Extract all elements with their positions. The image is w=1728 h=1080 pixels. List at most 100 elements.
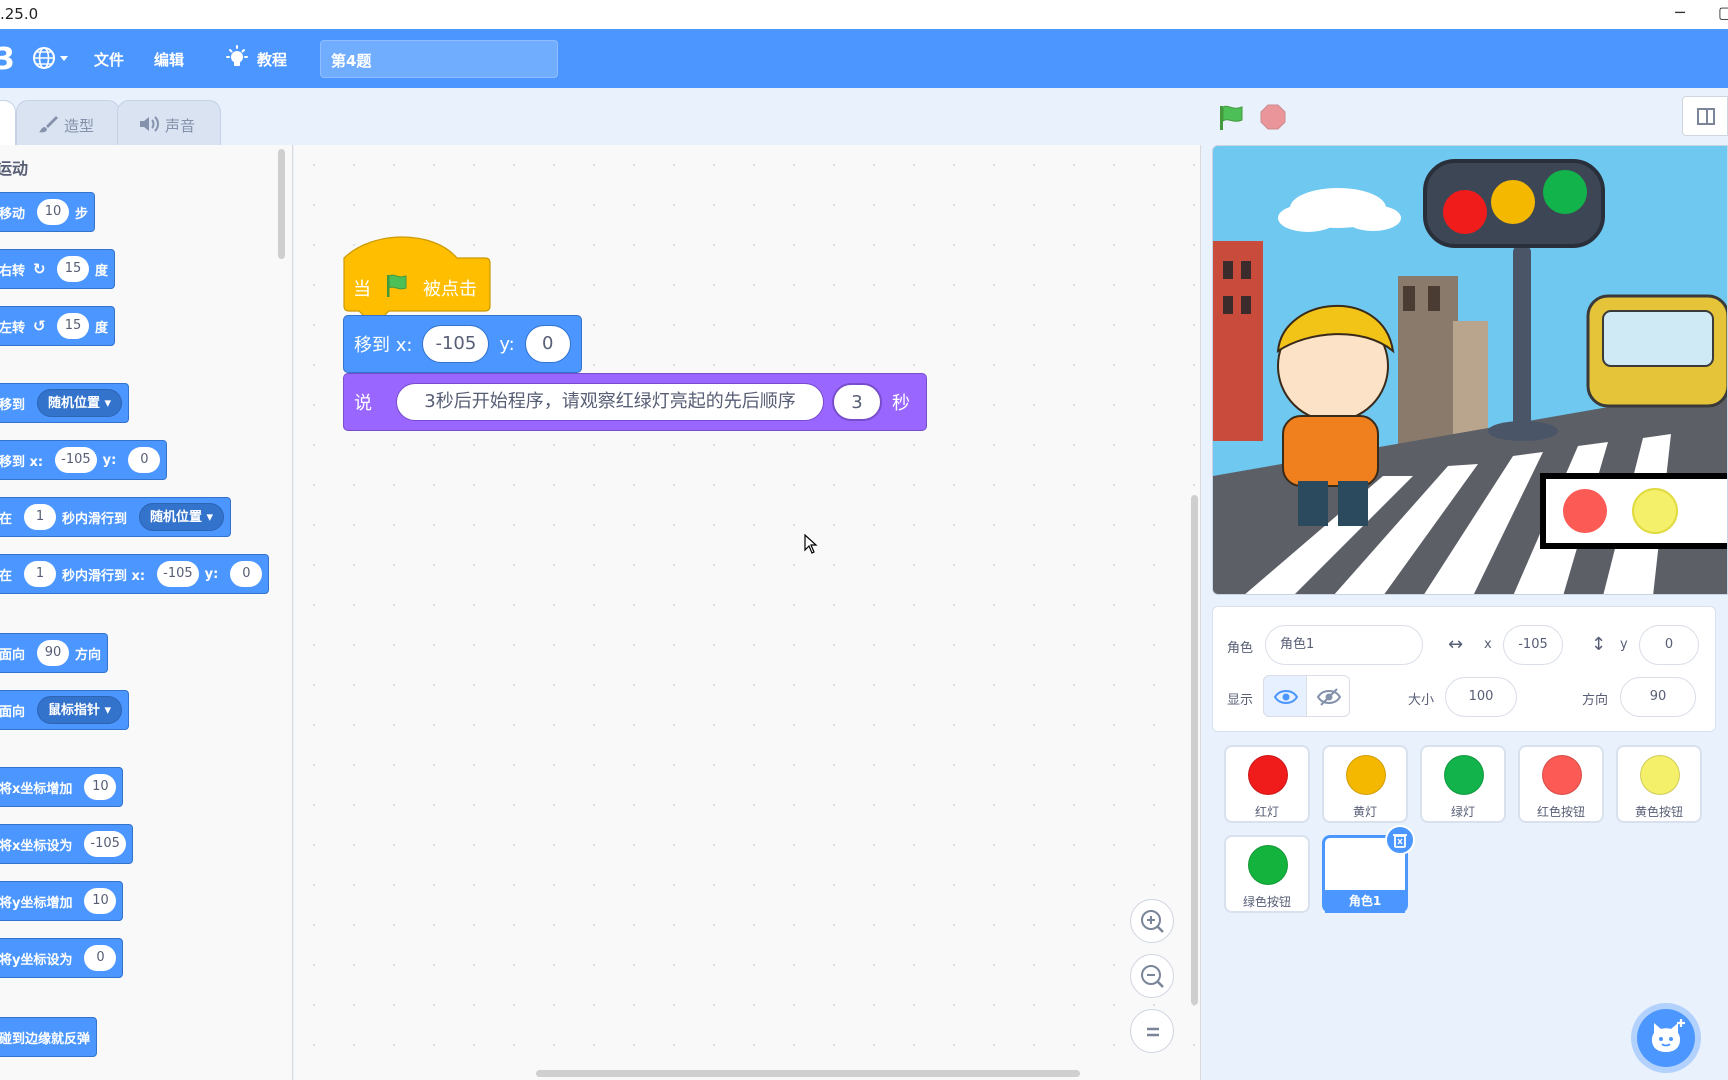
palette-block-change-x[interactable]: 将x坐标增加 10 — [0, 767, 124, 807]
project-title-input[interactable]: 第4题 — [320, 40, 558, 78]
block-label: y: — [204, 566, 219, 582]
tab-costumes[interactable]: 造型 — [16, 100, 120, 146]
sprite-tile[interactable]: 黄色按钮 — [1616, 745, 1702, 823]
rotate-left-icon: ↺ — [33, 317, 46, 335]
block-input[interactable]: 0 — [84, 945, 117, 971]
zoom-reset-button[interactable] — [1130, 1009, 1174, 1053]
palette-block-goto-xy[interactable]: 移到 x: -105 y: 0 — [0, 440, 168, 480]
palette-block-glide-xy[interactable]: 在 1 秒内滑行到 x: -105 y: 0 — [0, 554, 270, 594]
zoom-in-button[interactable] — [1130, 899, 1174, 943]
palette-block-change-y[interactable]: 将y坐标增加 10 — [0, 881, 124, 921]
add-sprite-button[interactable] — [1637, 1009, 1695, 1067]
block-dropdown[interactable]: 随机位置 ▾ — [37, 389, 123, 417]
palette-block-glide-menu[interactable]: 在 1 秒内滑行到 随机位置 ▾ — [0, 497, 232, 537]
say-message-input[interactable]: 3秒后开始程序，请观察红绿灯亮起的先后顺序 — [396, 383, 824, 421]
block-input[interactable]: -105 — [157, 561, 199, 587]
palette-block-set-y[interactable]: 将y坐标设为 0 — [0, 938, 124, 978]
green-flag-button[interactable] — [1217, 104, 1245, 132]
palette-scrollbar[interactable] — [278, 149, 285, 259]
direction-label: 方向 — [1582, 693, 1609, 708]
palette-block-turn-right[interactable]: 右转 ↻ 15 度 — [0, 249, 116, 289]
block-dropdown[interactable]: 鼠标指针 ▾ — [37, 696, 123, 724]
block-label: 将x坐标增加 — [0, 781, 73, 797]
hide-sprite-button[interactable] — [1306, 675, 1350, 717]
block-input[interactable]: 10 — [84, 888, 117, 914]
tab-code[interactable] — [0, 100, 16, 146]
logo[interactable]: 3 — [0, 42, 15, 77]
block-input[interactable]: -105 — [84, 831, 126, 857]
say-for-secs-block[interactable]: 说 3秒后开始程序，请观察红绿灯亮起的先后顺序 3 秒 — [343, 373, 927, 431]
block-input[interactable]: 15 — [57, 256, 90, 282]
block-input[interactable]: 1 — [24, 561, 57, 587]
sprite-tile[interactable]: 红色按钮 — [1518, 745, 1604, 823]
maximize-button-fragment[interactable]: ▢ — [1718, 0, 1728, 29]
hat-when-label: 当 — [353, 279, 371, 300]
menu-file[interactable]: 文件 — [94, 49, 124, 70]
block-input[interactable]: 15 — [57, 313, 90, 339]
stop-button[interactable] — [1260, 104, 1286, 130]
tab-sounds-label: 声音 — [165, 117, 196, 135]
block-input[interactable]: 0 — [230, 561, 263, 587]
delete-sprite-button[interactable] — [1385, 825, 1415, 855]
sprite-thumbnail — [1640, 755, 1680, 795]
lightbulb-icon[interactable] — [224, 45, 250, 71]
menu-tutorials[interactable]: 教程 — [257, 49, 287, 70]
direction-input[interactable]: 90 — [1620, 677, 1696, 717]
brush-icon — [39, 116, 58, 133]
menu-edit[interactable]: 编辑 — [154, 49, 184, 70]
sprite-thumbnail — [1347, 846, 1387, 886]
show-sprite-button[interactable] — [1263, 675, 1307, 717]
x-arrows-icon: ↔ — [1448, 634, 1464, 655]
goto-x-input[interactable]: -105 — [422, 325, 490, 363]
sprite-tile[interactable]: 红灯 — [1224, 745, 1310, 823]
hat-clicked-label: 被点击 — [423, 279, 477, 300]
zoom-out-button[interactable] — [1130, 954, 1174, 998]
sprite-tile[interactable]: 绿灯 — [1420, 745, 1506, 823]
stage[interactable] — [1212, 145, 1728, 595]
block-input[interactable]: -105 — [55, 447, 97, 473]
palette-block-point-towards[interactable]: 面向 鼠标指针 ▾ — [0, 690, 130, 730]
x-position-input[interactable]: -105 — [1503, 625, 1563, 665]
block-label: 在 — [0, 568, 13, 584]
block-input[interactable]: 90 — [37, 640, 70, 666]
block-dropdown[interactable]: 随机位置 ▾ — [139, 503, 225, 531]
block-label: 右转 — [0, 263, 26, 279]
y-position-input[interactable]: 0 — [1639, 625, 1699, 665]
goto-y-input[interactable]: 0 — [524, 325, 571, 363]
when-flag-clicked-block[interactable]: 当 被点击 — [343, 236, 491, 316]
sprite-info-panel: 角色 角色1 ↔ x -105 ↕ y 0 显示 大小 100 方向 90 — [1212, 606, 1716, 732]
palette-block-turn-left[interactable]: 左转 ↺ 15 度 — [0, 306, 116, 346]
block-label: 面向 — [0, 647, 26, 663]
block-input[interactable]: 10 — [37, 199, 70, 225]
goto-xy-block[interactable]: 移到 x: -105 y: 0 — [343, 315, 582, 373]
minimize-button[interactable]: ─ — [1665, 0, 1695, 29]
palette-block-set-x[interactable]: 将x坐标设为 -105 — [0, 824, 133, 864]
stage-layout-button[interactable] — [1682, 96, 1728, 136]
palette-block-point-direction[interactable]: 面向 90 方向 — [0, 633, 109, 673]
palette-block-bounce[interactable]: 碰到边缘就反弹 — [0, 1017, 98, 1057]
palette-block-goto-menu[interactable]: 移到 随机位置 ▾ — [0, 383, 130, 423]
block-input[interactable]: 1 — [24, 504, 57, 530]
sprite-tile[interactable]: 绿色按钮 — [1224, 835, 1310, 913]
sprite-tile[interactable]: 黄灯 — [1322, 745, 1408, 823]
sprite-name-input[interactable]: 角色1 — [1265, 625, 1423, 665]
language-globe-icon[interactable] — [31, 43, 73, 73]
block-input[interactable]: 10 — [84, 774, 117, 800]
block-label: 将y坐标设为 — [0, 952, 73, 968]
sprite-tile-name: 绿灯 — [1450, 805, 1475, 819]
block-input[interactable]: 0 — [128, 447, 161, 473]
script-horizontal-scrollbar[interactable] — [536, 1070, 1080, 1077]
tab-sounds[interactable]: 声音 — [117, 100, 221, 146]
block-label: 秒内滑行到 x: — [62, 568, 146, 584]
palette-block-move[interactable]: 移动 10 步 — [0, 192, 96, 232]
block-label: 在 — [0, 511, 13, 527]
goto-label: 移到 x: — [354, 335, 413, 356]
say-secs-input[interactable]: 3 — [832, 383, 882, 421]
category-title: 运动 — [0, 159, 29, 178]
cat-plus-icon — [1651, 1019, 1685, 1052]
sprite-thumbnail — [1248, 845, 1288, 885]
goto-y-label: y: — [499, 333, 515, 355]
sprite-name-label: 角色 — [1227, 641, 1254, 656]
size-input[interactable]: 100 — [1445, 677, 1517, 717]
script-vertical-scrollbar[interactable] — [1191, 495, 1198, 1005]
